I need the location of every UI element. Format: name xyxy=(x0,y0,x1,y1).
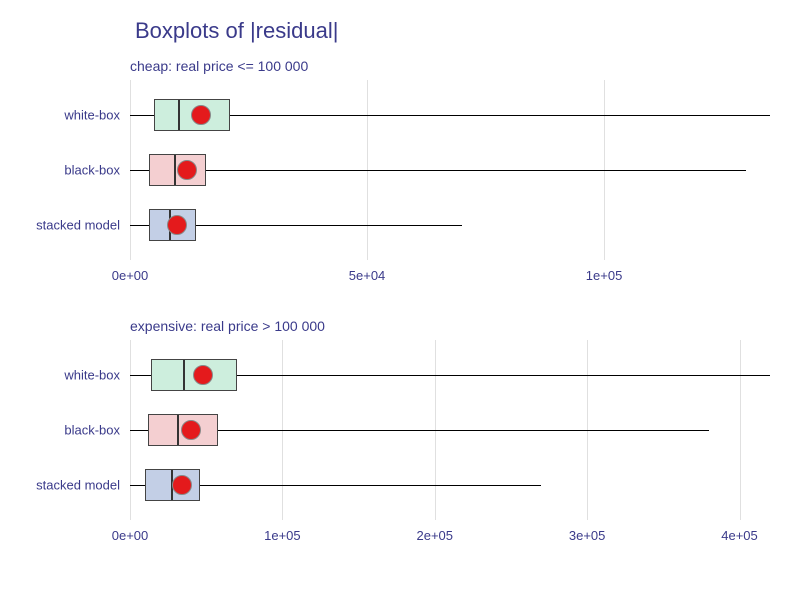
chart-panel-cheap: white-box black-box stacked model 0e+00 … xyxy=(130,80,770,260)
box-row-black-box: black-box xyxy=(130,145,770,195)
median-line xyxy=(174,155,176,185)
x-tick-label: 1e+05 xyxy=(586,268,623,283)
y-category-label: white-box xyxy=(64,368,120,383)
chart-panel-expensive: white-box black-box stacked model 0e+00 … xyxy=(130,340,770,520)
x-tick-label: 3e+05 xyxy=(569,528,606,543)
box-row-black-box: black-box xyxy=(130,405,770,455)
y-category-label: stacked model xyxy=(36,218,120,233)
y-category-label: black-box xyxy=(64,163,120,178)
median-line xyxy=(183,360,185,390)
x-tick-label: 2e+05 xyxy=(416,528,453,543)
y-category-label: stacked model xyxy=(36,478,120,493)
mean-dot xyxy=(167,215,187,235)
x-tick-label: 4e+05 xyxy=(721,528,758,543)
median-line xyxy=(177,415,179,445)
x-axis: 0e+00 5e+04 1e+05 xyxy=(130,268,770,288)
median-line xyxy=(178,100,180,130)
box-row-stacked-model: stacked model xyxy=(130,200,770,250)
y-category-label: black-box xyxy=(64,423,120,438)
chart-title: Boxplots of |residual| xyxy=(135,18,338,44)
box-row-white-box: white-box xyxy=(130,350,770,400)
box-row-white-box: white-box xyxy=(130,90,770,140)
mean-dot xyxy=(193,365,213,385)
mean-dot xyxy=(172,475,192,495)
mean-dot xyxy=(177,160,197,180)
whisker xyxy=(130,170,746,171)
y-category-label: white-box xyxy=(64,108,120,123)
mean-dot xyxy=(191,105,211,125)
x-tick-label: 5e+04 xyxy=(349,268,386,283)
box-row-stacked-model: stacked model xyxy=(130,460,770,510)
panel-subtitle-expensive: expensive: real price > 100 000 xyxy=(130,318,325,334)
x-tick-label: 1e+05 xyxy=(264,528,301,543)
x-axis: 0e+00 1e+05 2e+05 3e+05 4e+05 xyxy=(130,528,770,548)
x-tick-label: 0e+00 xyxy=(112,528,149,543)
x-tick-label: 0e+00 xyxy=(112,268,149,283)
mean-dot xyxy=(181,420,201,440)
panel-subtitle-cheap: cheap: real price <= 100 000 xyxy=(130,58,308,74)
